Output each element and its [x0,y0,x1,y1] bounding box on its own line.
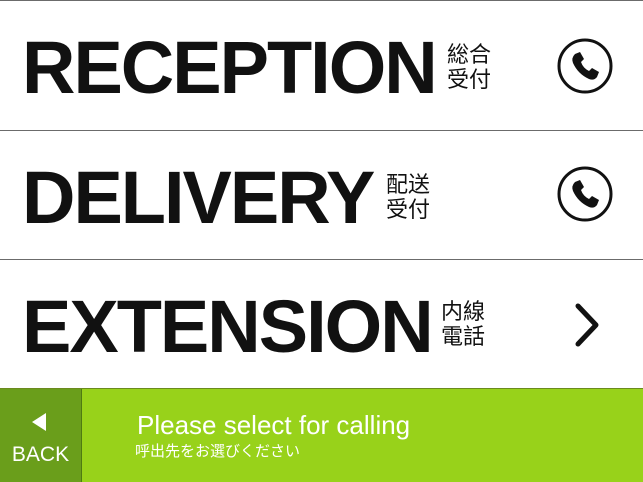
bottom-bar: BACK Please select for calling 呼出先をお選びくだ… [0,388,643,482]
back-button[interactable]: BACK [0,389,82,482]
phone-icon [557,166,613,222]
extension-label: EXTENSION [22,285,434,368]
chevron-right-icon [575,303,599,347]
extension-sublabel: 内線電話 [441,300,486,350]
reception-option[interactable]: RECEPTION 総合受付 [0,0,643,129]
reception-label: RECEPTION [22,26,438,109]
call-menu-screen: RECEPTION 総合受付 DELIVERY 配送受付 EXTENSION 内… [0,0,643,482]
prompt-subtitle: 呼出先をお選びください [135,442,301,460]
back-label: BACK [11,443,70,466]
reception-sublabel: 総合受付 [447,43,492,93]
triangle-left-icon [32,413,46,431]
extension-option[interactable]: EXTENSION 内線電話 [0,259,643,388]
delivery-sublabel: 配送受付 [386,173,431,223]
delivery-option[interactable]: DELIVERY 配送受付 [0,130,643,259]
delivery-label: DELIVERY [22,156,375,239]
prompt-title: Please select for calling [137,410,411,440]
phone-icon [557,38,613,94]
